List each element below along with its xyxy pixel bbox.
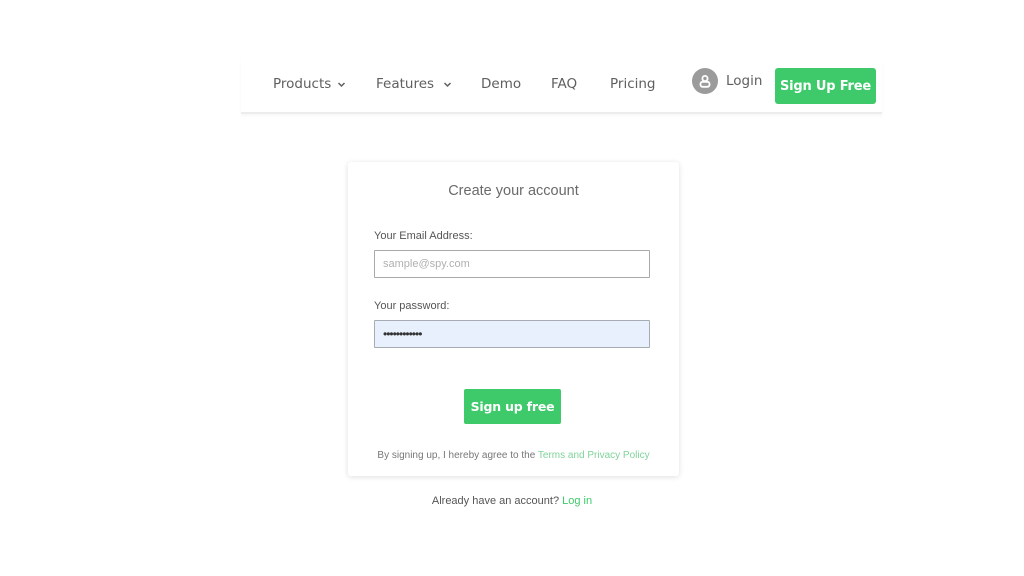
- signup-card: Create your account Your Email Address: …: [348, 162, 679, 476]
- nav-item-label: Pricing: [610, 76, 656, 92]
- terms-text: By signing up, I hereby agree to the: [377, 450, 538, 461]
- terms-privacy-link[interactable]: Terms and Privacy Policy: [538, 450, 650, 461]
- sign-up-free-button[interactable]: Sign up free: [464, 389, 561, 424]
- sign-up-free-nav-button[interactable]: Sign Up Free: [775, 68, 876, 104]
- login-link[interactable]: Login: [692, 68, 762, 94]
- terms-notice: By signing up, I hereby agree to the Ter…: [348, 450, 679, 461]
- user-circle-icon: [692, 68, 718, 94]
- chevron-down-icon: [443, 80, 452, 89]
- existing-account-prompt: Already have an account? Log in: [0, 495, 1024, 507]
- nav-item-pricing[interactable]: Pricing: [610, 76, 656, 92]
- password-label: Your password:: [374, 300, 450, 312]
- nav-item-products[interactable]: Products: [273, 76, 346, 92]
- nav-item-label: Features: [376, 76, 435, 92]
- top-navigation: Products Features Demo FAQ Pricing Login…: [241, 60, 882, 114]
- existing-account-text: Already have an account?: [431, 495, 563, 507]
- nav-item-demo[interactable]: Demo: [481, 76, 521, 92]
- nav-item-faq[interactable]: FAQ: [551, 76, 577, 92]
- nav-item-features[interactable]: Features: [376, 76, 452, 92]
- nav-item-label: FAQ: [551, 76, 578, 92]
- login-label: Login: [726, 73, 763, 89]
- form-title: Create your account: [448, 183, 579, 199]
- page: Products Features Demo FAQ Pricing Login…: [0, 0, 1024, 576]
- chevron-down-icon: [337, 80, 346, 89]
- email-input[interactable]: [374, 250, 650, 278]
- email-label: Your Email Address:: [374, 230, 473, 242]
- nav-item-label: Demo: [481, 76, 522, 92]
- password-input[interactable]: [374, 320, 650, 348]
- log-in-link[interactable]: Log in: [562, 495, 592, 507]
- nav-item-label: Products: [273, 76, 332, 92]
